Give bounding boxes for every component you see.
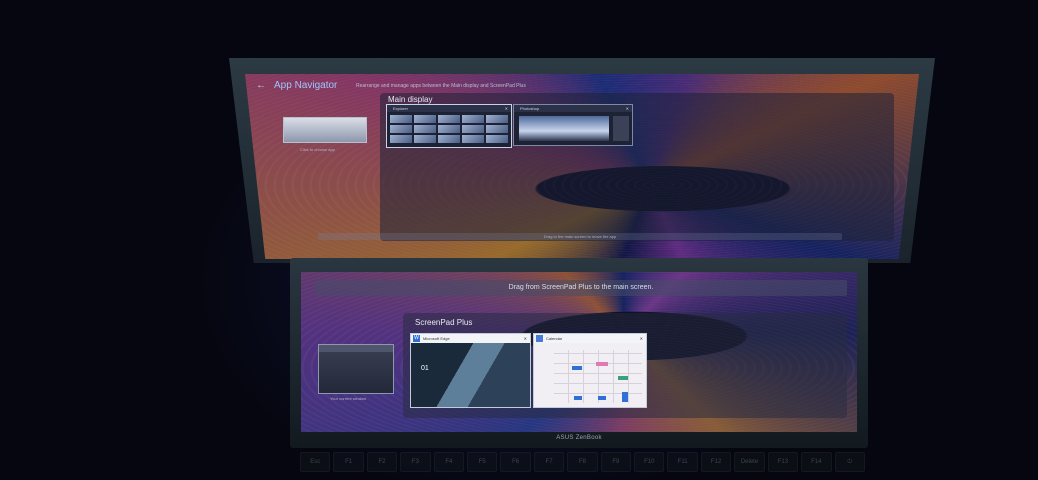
keyboard-key[interactable]: F4 bbox=[433, 452, 465, 472]
keyboard-key[interactable]: F1 bbox=[333, 452, 364, 472]
photo-tile bbox=[414, 115, 436, 123]
current-window-thumbnail[interactable] bbox=[318, 344, 394, 394]
photo-tile bbox=[390, 135, 412, 143]
window-titlebar: Explorer ✕ bbox=[387, 105, 511, 112]
window-title: Photoshop bbox=[520, 106, 540, 111]
photo-tile bbox=[486, 125, 508, 133]
keyboard-key[interactable]: F6 bbox=[500, 452, 531, 472]
photo-tile bbox=[414, 125, 436, 133]
calendar-event bbox=[574, 396, 582, 400]
close-icon[interactable]: ✕ bbox=[524, 334, 527, 343]
close-icon[interactable]: ✕ bbox=[640, 334, 643, 343]
current-window-caption: Your current window bbox=[330, 396, 367, 401]
edge-app-icon: W bbox=[413, 335, 420, 342]
main-display-label: Main display bbox=[388, 95, 433, 104]
keyboard-key[interactable]: F5 bbox=[467, 452, 498, 472]
calendar-window[interactable]: Calendar ✕ bbox=[533, 333, 647, 408]
photo-tile bbox=[462, 125, 484, 133]
app-thumbnail[interactable] bbox=[283, 117, 367, 143]
keyboard-key[interactable]: F3 bbox=[400, 452, 431, 472]
window-titlebar: Calendar ✕ bbox=[534, 334, 646, 343]
window-titlebar: W Microsoft Edge ✕ bbox=[411, 334, 530, 343]
calendar-event bbox=[622, 392, 628, 402]
keyboard-key[interactable]: Delete bbox=[734, 452, 765, 472]
keyboard-key[interactable]: F11 bbox=[667, 452, 698, 472]
back-arrow-icon[interactable]: ← bbox=[256, 80, 266, 91]
keyboard-key[interactable]: F7 bbox=[533, 452, 565, 472]
close-icon[interactable]: ✕ bbox=[626, 105, 629, 112]
keyboard-key[interactable]: F10 bbox=[634, 452, 665, 472]
calendar-app-icon bbox=[536, 335, 543, 342]
lid-hint-bar: Drag to the main screen to move the app bbox=[318, 233, 842, 240]
explorer-window[interactable]: Explorer ✕ bbox=[386, 104, 512, 148]
tool-panel bbox=[613, 116, 629, 141]
calendar-event bbox=[572, 366, 582, 370]
screenpad-plus-label: ScreenPad Plus bbox=[415, 318, 473, 327]
app-navigator-title: App Navigator bbox=[274, 80, 338, 91]
app-navigator-subtitle: Rearrange and manage apps between the Ma… bbox=[356, 83, 526, 89]
photo-grid bbox=[387, 112, 511, 146]
image-preview bbox=[519, 116, 609, 141]
edge-window[interactable]: W Microsoft Edge ✕ 01 bbox=[410, 333, 531, 408]
webpage-preview: 01 bbox=[411, 343, 530, 407]
window-title: Calendar bbox=[546, 336, 563, 341]
thumbnail-caption: Click to choose app bbox=[300, 147, 335, 152]
function-key-row: Esc F1 F2 F3 F4 F5 F6 F7 F8 F9 F10 F11 F12 Delete F13 F… bbox=[300, 452, 865, 472]
keyboard-key[interactable]: ⏻ bbox=[834, 452, 865, 472]
window-title: Microsoft Edge bbox=[423, 336, 450, 341]
keyboard-key[interactable]: Esc bbox=[300, 452, 331, 472]
photoshop-window[interactable]: Photoshop ✕ bbox=[513, 104, 633, 146]
photo-tile bbox=[486, 115, 508, 123]
calendar-event bbox=[618, 376, 628, 380]
keyboard-key[interactable]: F13 bbox=[767, 452, 799, 472]
photo-tile bbox=[438, 135, 460, 143]
photo-tile bbox=[438, 115, 460, 123]
window-title: Explorer bbox=[393, 106, 408, 111]
keyboard-key[interactable]: F14 bbox=[801, 452, 832, 472]
keyboard-key[interactable]: F12 bbox=[700, 452, 732, 472]
photo-tile bbox=[414, 135, 436, 143]
thumbnail-bar bbox=[319, 345, 393, 352]
window-titlebar: Photoshop ✕ bbox=[514, 105, 632, 112]
webpage-number: 01 bbox=[421, 365, 429, 372]
keyboard-key[interactable]: F9 bbox=[600, 452, 632, 472]
photo-tile bbox=[390, 125, 412, 133]
photo-tile bbox=[462, 115, 484, 123]
calendar-event bbox=[598, 396, 606, 400]
photo-tile bbox=[438, 125, 460, 133]
close-icon[interactable]: ✕ bbox=[505, 105, 508, 112]
photo-tile bbox=[390, 115, 412, 123]
photo-tile bbox=[486, 135, 508, 143]
keyboard-key[interactable]: F2 bbox=[366, 452, 398, 472]
photo-tile bbox=[462, 135, 484, 143]
brand-label: ASUS ZenBook bbox=[556, 435, 602, 441]
keyboard-key[interactable]: F8 bbox=[567, 452, 598, 472]
drag-hint-bar: Drag from ScreenPad Plus to the main scr… bbox=[315, 280, 847, 296]
calendar-event bbox=[596, 362, 608, 366]
